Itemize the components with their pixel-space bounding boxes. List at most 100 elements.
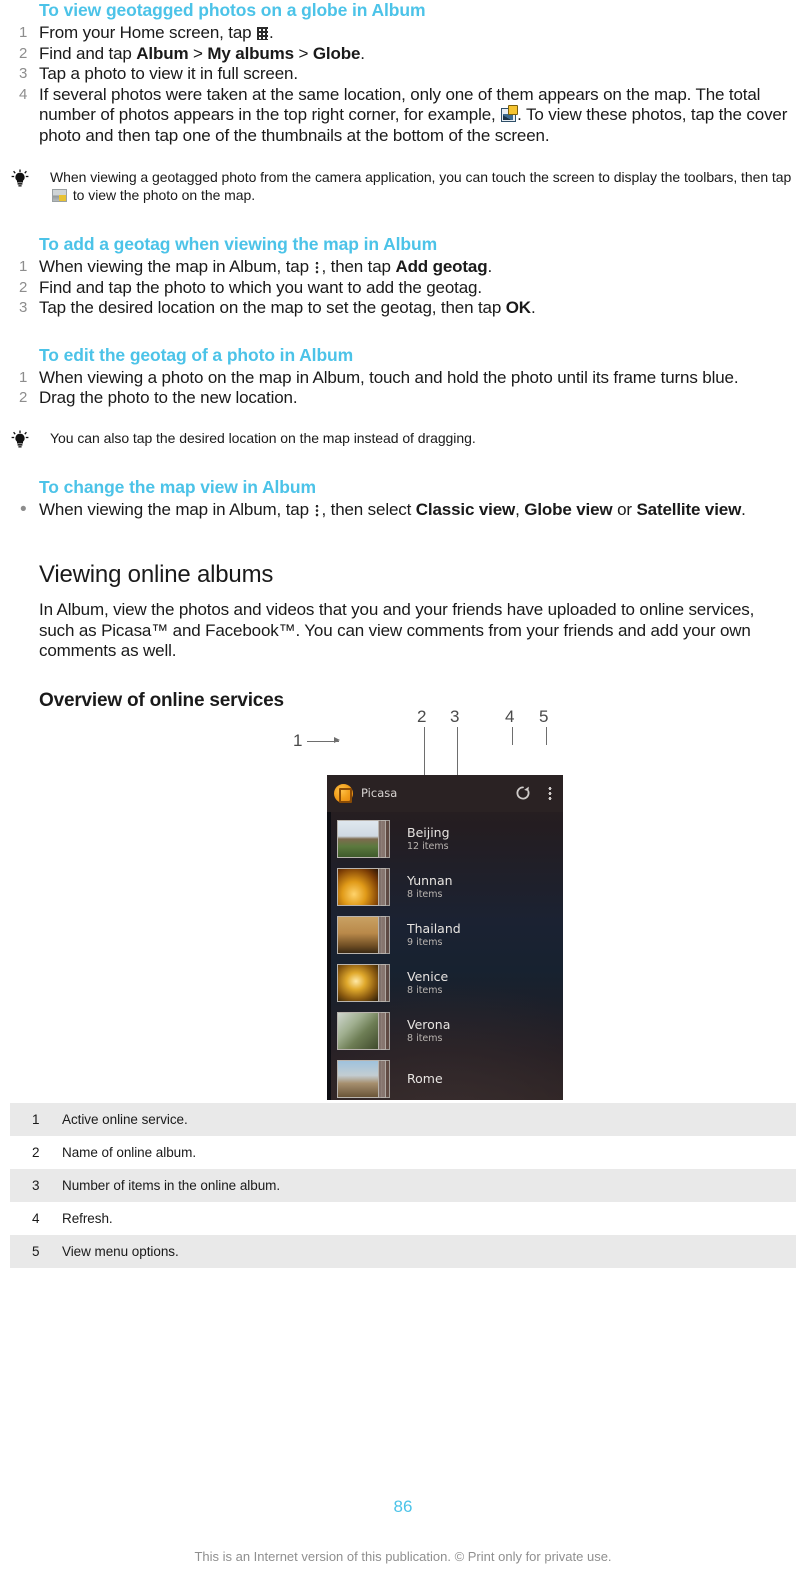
separator: > [188, 43, 208, 63]
step-text: Tap the desired location on the map to s… [39, 298, 506, 317]
step-number: 3 [19, 65, 28, 82]
list-item[interactable]: Venice 8 items [332, 959, 563, 1007]
step-text-tail: . [269, 23, 274, 42]
album-name: Verona [407, 1016, 451, 1032]
legend-description: Active online service. [62, 1102, 796, 1136]
app-action-bar: Picasa [327, 774, 563, 812]
separator: or [612, 499, 637, 519]
album-item-count: 8 items [407, 1032, 443, 1044]
online-album-list[interactable]: Beijing 12 items Yunnan 8 items Thailand… [332, 815, 563, 1100]
list-item[interactable]: Rome [332, 1055, 563, 1100]
step-text: Tap a photo to view it in full screen. [39, 64, 298, 83]
step-number: 3 [19, 299, 28, 316]
step-text: When viewing the map in Album, tap [39, 257, 314, 276]
manual-page: To view geotagged photos on a globe in A… [0, 0, 806, 1590]
album-name: Venice [407, 968, 449, 984]
figure-online-services-overview: 1 2 3 4 5 Picasa Beijing 12 items Yunnan… [0, 707, 806, 1103]
callout-number-2: 2 [417, 706, 427, 726]
leader-line-5 [546, 726, 548, 745]
list-item[interactable]: Yunnan 8 items [332, 863, 563, 911]
active-online-service-label: Picasa [361, 786, 398, 800]
list-item: 2 Find and tap the photo to which you wa… [8, 278, 794, 299]
list-item[interactable]: Thailand 9 items [332, 911, 563, 959]
section-heading-edit-geotag: To edit the geotag of a photo in Album [39, 344, 354, 365]
tip-drag-photo: You can also tap the desired location on… [8, 429, 794, 447]
ui-term-classic-view: Classic view [415, 499, 516, 519]
list-item[interactable]: Beijing 12 items [332, 815, 563, 863]
footer-note: This is an Internet version of this publ… [194, 1549, 612, 1564]
legend-description: View menu options. [62, 1234, 796, 1268]
callout-legend-table: 1 Active online service. 2 Name of onlin… [10, 1102, 796, 1268]
legend-description: Number of items in the online album. [62, 1168, 796, 1202]
overflow-menu-icon [315, 261, 320, 274]
ui-term-satellite-view: Satellite view [636, 499, 742, 519]
map-photo-icon [52, 189, 67, 202]
step-number: 2 [19, 389, 28, 406]
separator: , [515, 499, 525, 519]
table-row: 3 Number of items in the online album. [10, 1168, 796, 1202]
legend-number: 3 [10, 1168, 62, 1202]
page-number: 86 [393, 1497, 413, 1516]
step-number: 1 [19, 258, 28, 275]
bullet-marker: • [20, 498, 27, 520]
step-text-tail: . [530, 298, 536, 317]
list-item[interactable]: Verona 8 items [332, 1007, 563, 1055]
section-heading-add-geotag: To add a geotag when viewing the map in … [39, 234, 438, 254]
lightbulb-tip-icon [10, 430, 30, 448]
ui-term-globe-view: Globe view [524, 499, 613, 519]
table-row: 4 Refresh. [10, 1201, 796, 1235]
step-text-mid: , then select [321, 499, 416, 519]
album-meta: Rome [399, 1071, 443, 1086]
table-row: 5 View menu options. [10, 1234, 796, 1268]
list-item: 1 When viewing a photo on the map in Alb… [8, 368, 794, 389]
legend-number: 1 [10, 1102, 62, 1136]
section-heading-change-map-view: To change the map view in Album [39, 476, 316, 497]
album-meta: Thailand 9 items [399, 921, 461, 949]
step-text-mid: , then tap [321, 257, 396, 276]
album-thumbnail [337, 1010, 399, 1052]
step-text-tail: . [360, 43, 365, 63]
refresh-icon[interactable] [515, 785, 531, 801]
album-meta: Yunnan 8 items [399, 873, 453, 901]
album-item-count: 8 items [407, 984, 443, 996]
legend-description: Name of online album. [62, 1135, 796, 1169]
legend-number: 2 [10, 1135, 62, 1169]
tip-text: When viewing a geotagged photo from the … [50, 169, 792, 185]
step-text: When viewing the map in Album, tap [39, 499, 314, 519]
overflow-menu-icon[interactable] [548, 785, 552, 801]
steps-change-map-view: • When viewing the map in Album, tap , t… [8, 498, 794, 521]
album-meta: Beijing 12 items [399, 825, 450, 853]
album-thumbnail [337, 962, 399, 1004]
album-item-count: 8 items [407, 888, 443, 900]
album-thumbnail [337, 1058, 399, 1100]
subheading-overview-online-services: Overview of online services [39, 689, 284, 711]
list-item: 2 Find and tap Album > My albums > Globe… [8, 44, 794, 65]
intro-paragraph: In Album, view the photos and videos tha… [39, 600, 755, 660]
phone-screenshot: Picasa Beijing 12 items Yunnan 8 items T… [327, 774, 563, 1100]
step-number: 2 [19, 278, 28, 296]
album-thumbnail [337, 866, 399, 908]
ui-term-ok: OK [505, 298, 531, 317]
callout-number-4: 4 [505, 706, 515, 726]
list-item: 1 From your Home screen, tap . [8, 23, 794, 44]
table-row: 2 Name of online album. [10, 1135, 796, 1169]
album-meta: Venice 8 items [399, 969, 448, 997]
step-number: 1 [19, 24, 28, 41]
ui-term-album: Album [136, 43, 189, 63]
tip-text-tail: to view the photo on the map. [69, 187, 256, 203]
callout-number-3: 3 [450, 706, 460, 726]
album-name: Yunnan [407, 872, 453, 888]
legend-number: 5 [10, 1234, 62, 1268]
album-name: Beijing [407, 824, 450, 840]
step-text: When viewing a photo on the map in Album… [39, 367, 739, 387]
page-title-viewing-online-albums: Viewing online albums [39, 561, 274, 588]
legend-number: 4 [10, 1201, 62, 1235]
step-text: Find and tap [39, 43, 137, 63]
callout-number-5: 5 [539, 706, 549, 726]
steps-geotag-globe: 1 From your Home screen, tap . 2 Find an… [8, 23, 794, 146]
list-item: 4 If several photos were taken at the sa… [8, 85, 794, 147]
overflow-menu-icon [315, 503, 320, 517]
step-number: 4 [19, 85, 28, 103]
step-number: 1 [19, 368, 28, 386]
tip-camera-geotag: When viewing a geotagged photo from the … [8, 168, 794, 204]
